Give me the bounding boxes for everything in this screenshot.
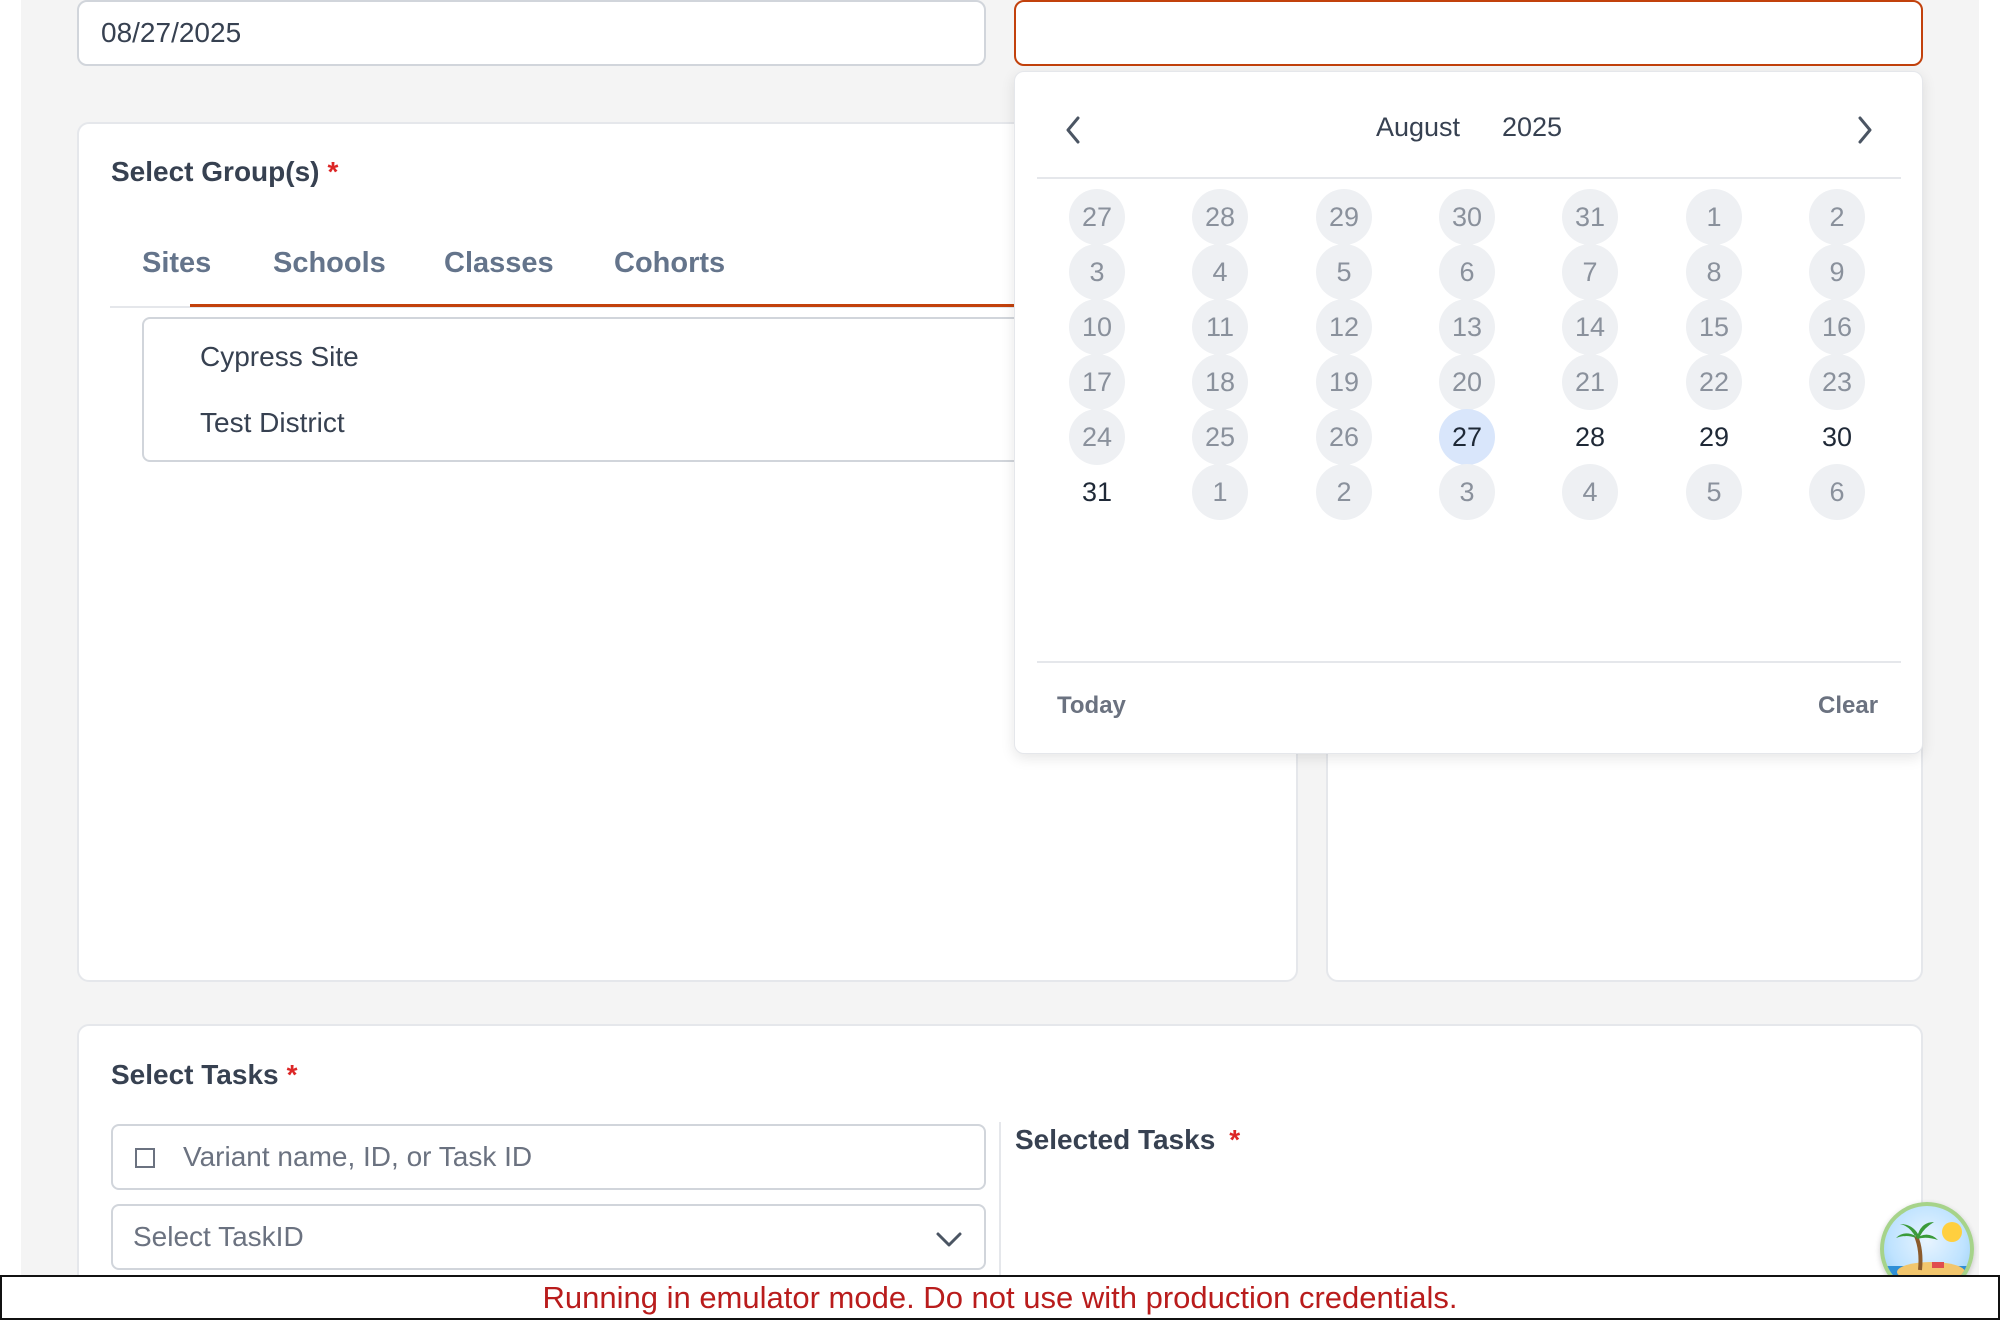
task-id-select[interactable]: Select TaskID (111, 1204, 986, 1270)
tab-sites[interactable]: Sites (142, 238, 211, 306)
calendar-day[interactable]: 4 (1192, 244, 1248, 300)
calendar-footer-divider (1037, 661, 1901, 663)
calendar-day-selected[interactable]: 27 (1439, 409, 1495, 465)
selected-tasks-label: Selected Tasks (1015, 1124, 1216, 1155)
group-list: Cypress Site Test District (142, 317, 1042, 462)
calendar-day[interactable]: 6 (1809, 464, 1865, 520)
calendar-day[interactable]: 5 (1686, 464, 1742, 520)
calendar-day[interactable]: 19 (1316, 354, 1372, 410)
chevron-right-icon (1858, 116, 1872, 144)
calendar-day[interactable]: 20 (1439, 354, 1495, 410)
calendar-month[interactable]: August (1376, 112, 1460, 143)
calendar-day[interactable]: 31 (1562, 189, 1618, 245)
date-picker-popup: August 2025 Su Mo Tu We Th Fr Sa 2728293… (1014, 71, 1923, 754)
next-month-button[interactable] (1845, 110, 1885, 150)
calendar-day[interactable]: 28 (1192, 189, 1248, 245)
required-asterisk: * (327, 156, 339, 187)
checkbox-icon[interactable] (135, 1148, 155, 1168)
calendar-day[interactable]: 5 (1316, 244, 1372, 300)
select-groups-label: Select Group(s) (111, 156, 320, 187)
calendar-year[interactable]: 2025 (1502, 112, 1562, 143)
active-tab-indicator (190, 304, 1020, 307)
calendar-day[interactable]: 2 (1809, 189, 1865, 245)
calendar-day[interactable]: 1 (1192, 464, 1248, 520)
calendar-day[interactable]: 30 (1439, 189, 1495, 245)
calendar-day[interactable]: 3 (1439, 464, 1495, 520)
calendar-day[interactable]: 29 (1686, 409, 1742, 465)
tab-schools[interactable]: Schools (273, 238, 386, 306)
start-date-input[interactable]: 08/27/2025 (77, 0, 986, 66)
calendar-day[interactable]: 3 (1069, 244, 1125, 300)
today-button[interactable]: Today (1057, 692, 1126, 720)
emulator-warning-banner: Running in emulator mode. Do not use wit… (0, 1275, 2000, 1320)
calendar-day[interactable]: 14 (1562, 299, 1618, 355)
select-tasks-label: Select Tasks (111, 1059, 279, 1090)
calendar-day[interactable]: 17 (1069, 354, 1125, 410)
calendar-day[interactable]: 10 (1069, 299, 1125, 355)
calendar-day[interactable]: 15 (1686, 299, 1742, 355)
calendar-day[interactable]: 6 (1439, 244, 1495, 300)
emulator-warning-text: Running in emulator mode. Do not use wit… (542, 1279, 1458, 1315)
calendar-day[interactable]: 21 (1562, 354, 1618, 410)
calendar-day[interactable]: 4 (1562, 464, 1618, 520)
calendar-day[interactable]: 25 (1192, 409, 1248, 465)
list-item-test-district[interactable]: Test District (200, 407, 345, 439)
calendar-day[interactable]: 16 (1809, 299, 1865, 355)
calendar-day[interactable]: 8 (1686, 244, 1742, 300)
chevron-down-icon (936, 1232, 962, 1247)
calendar-day[interactable]: 2 (1316, 464, 1372, 520)
required-asterisk: * (286, 1059, 298, 1090)
task-search-input[interactable] (183, 1126, 973, 1188)
calendar-day[interactable]: 29 (1316, 189, 1372, 245)
calendar-day[interactable]: 27 (1069, 189, 1125, 245)
tasks-column-divider (999, 1122, 1001, 1282)
tab-classes[interactable]: Classes (444, 238, 554, 306)
calendar-day[interactable]: 28 (1562, 409, 1618, 465)
calendar-day[interactable]: 1 (1686, 189, 1742, 245)
list-item-cypress-site[interactable]: Cypress Site (200, 341, 359, 373)
selected-tasks-title: Selected Tasks * (1015, 1124, 1240, 1156)
calendar-day[interactable]: 26 (1316, 409, 1372, 465)
chevron-left-icon (1066, 116, 1080, 144)
select-groups-title: Select Group(s) * (111, 156, 338, 188)
calendar-day[interactable]: 24 (1069, 409, 1125, 465)
calendar-day[interactable]: 7 (1562, 244, 1618, 300)
calendar-day[interactable]: 18 (1192, 354, 1248, 410)
select-tasks-title: Select Tasks * (111, 1059, 298, 1091)
task-search-field (111, 1124, 986, 1190)
calendar-day[interactable]: 22 (1686, 354, 1742, 410)
calendar-header-divider (1037, 177, 1901, 179)
calendar-day[interactable]: 11 (1192, 299, 1248, 355)
calendar-day[interactable]: 13 (1439, 299, 1495, 355)
start-date-value: 08/27/2025 (101, 17, 242, 48)
calendar-day[interactable]: 31 (1069, 464, 1125, 520)
end-date-input[interactable] (1014, 0, 1923, 66)
group-type-tabs: Sites Schools Classes Cohorts (110, 238, 1020, 308)
calendar-day[interactable]: 9 (1809, 244, 1865, 300)
clear-button[interactable]: Clear (1818, 692, 1878, 720)
task-id-select-placeholder: Select TaskID (133, 1221, 304, 1252)
calendar-day[interactable]: 23 (1809, 354, 1865, 410)
prev-month-button[interactable] (1053, 110, 1093, 150)
required-asterisk: * (1229, 1124, 1241, 1155)
tab-cohorts[interactable]: Cohorts (614, 238, 725, 306)
calendar-day[interactable]: 30 (1809, 409, 1865, 465)
calendar-day[interactable]: 12 (1316, 299, 1372, 355)
